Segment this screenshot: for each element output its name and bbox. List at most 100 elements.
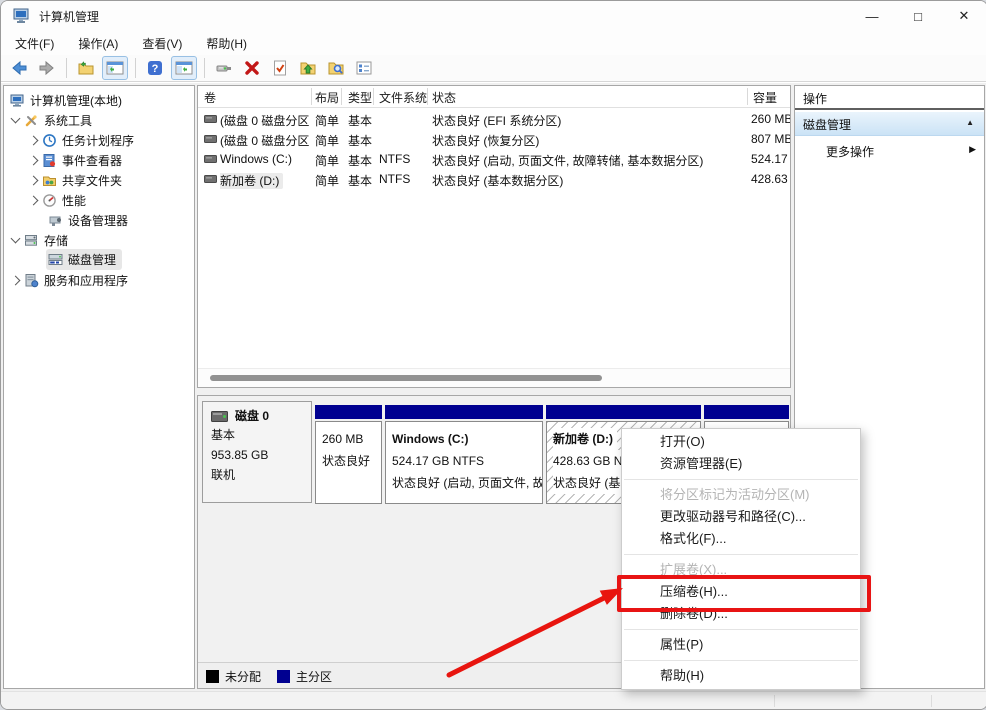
chevron-right-icon[interactable] [29, 195, 39, 205]
legend-unallocated-swatch [206, 670, 219, 683]
help-icon[interactable]: ? [143, 57, 167, 79]
column-divider[interactable] [341, 88, 342, 105]
menu-item-format[interactable]: 格式化(F)... [622, 528, 860, 550]
legend-primary-swatch [277, 670, 290, 683]
menu-file[interactable]: 文件(F) [5, 32, 64, 55]
status-divider [774, 695, 775, 707]
tree-item-system-tools[interactable]: 系统工具 [4, 110, 92, 130]
more-actions-item[interactable]: 更多操作 ▶ [795, 138, 984, 162]
device-manager-icon [48, 213, 63, 228]
tree-item-shared-folders[interactable]: 共享文件夹 [4, 170, 122, 190]
chevron-right-icon[interactable] [29, 135, 39, 145]
selected-item-highlight: 磁盘管理 [46, 249, 122, 270]
chevron-right-icon[interactable] [11, 275, 21, 285]
disk-icon [211, 411, 228, 422]
disk0-label-box[interactable]: 磁盘 0 基本 953.85 GB 联机 [202, 401, 312, 503]
volume-icon [204, 115, 217, 123]
app-icon [13, 7, 31, 25]
chevron-right-icon[interactable] [29, 175, 39, 185]
disk-management-icon [48, 252, 63, 267]
partition-block-windows-c[interactable]: Windows (C:) 524.17 GB NTFS 状态良好 (启动, 页面… [385, 405, 543, 504]
menu-separator [624, 629, 858, 630]
col-layout[interactable]: 布局 [315, 89, 339, 106]
volume-icon [204, 135, 217, 143]
menu-help[interactable]: 帮助(H) [196, 32, 257, 55]
column-divider[interactable] [427, 88, 428, 105]
menu-view[interactable]: 查看(V) [132, 32, 192, 55]
table-row[interactable]: Windows (C:) 简单 基本 NTFS 状态良好 (启动, 页面文件, … [198, 149, 790, 169]
primary-partition-bar [315, 405, 382, 419]
col-capacity[interactable]: 容量 [753, 89, 777, 106]
chevron-down-icon[interactable] [11, 234, 21, 244]
tree-item-services-applications[interactable]: 服务和应用程序 [4, 270, 128, 290]
tree-item-computer-management[interactable]: 计算机管理(本地) [4, 90, 122, 110]
chevron-right-icon[interactable] [29, 155, 39, 165]
properties-list-icon[interactable] [352, 57, 376, 79]
chevron-down-icon[interactable] [11, 114, 21, 124]
horizontal-scrollbar[interactable] [198, 368, 790, 387]
tree-item-event-viewer[interactable]: 事件查看器 [4, 150, 122, 170]
primary-partition-bar [385, 405, 543, 419]
table-row-selected[interactable]: 新加卷 (D:) 简单 基本 NTFS 状态良好 (基本数据分区) 428.63 [198, 169, 790, 189]
console-window-icon[interactable] [102, 56, 128, 80]
volume-list-pane: 卷 布局 类型 文件系统 状态 容量 (磁盘 0 磁盘分区 1) 简单 基本 状… [197, 85, 791, 388]
folder-search-icon[interactable] [324, 57, 348, 79]
close-button[interactable]: ✕ [941, 1, 986, 31]
performance-gauge-icon [42, 193, 57, 208]
console-window-alt-icon[interactable] [171, 56, 197, 80]
toolbar-separator [66, 58, 67, 78]
scrollbar-thumb[interactable] [210, 375, 602, 381]
folder-up-icon[interactable] [296, 57, 320, 79]
maximize-button[interactable]: □ [895, 1, 941, 31]
col-type[interactable]: 类型 [348, 89, 372, 106]
partition-block-efi[interactable]: 260 MB 状态良好 [315, 405, 382, 504]
primary-partition-bar [546, 405, 701, 419]
tree-item-task-scheduler[interactable]: 任务计划程序 [4, 130, 134, 150]
folder-icon[interactable] [74, 57, 98, 79]
services-icon [24, 273, 39, 288]
tools-icon [24, 113, 39, 128]
col-filesystem[interactable]: 文件系统 [379, 89, 427, 106]
volume-context-menu: 打开(O) 资源管理器(E) 将分区标记为活动分区(M) 更改驱动器号和路径(C… [621, 428, 861, 690]
tree-item-disk-management[interactable]: 磁盘管理 [4, 249, 122, 269]
table-row[interactable]: (磁盘 0 磁盘分区 1) 简单 基本 状态良好 (EFI 系统分区) 260 … [198, 109, 790, 129]
column-divider[interactable] [373, 88, 374, 105]
rescan-disks-icon[interactable] [212, 57, 236, 79]
selected-volume-label: 新加卷 (D:) [220, 173, 283, 189]
column-divider[interactable] [311, 88, 312, 105]
menu-item-change-drive-letter[interactable]: 更改驱动器号和路径(C)... [622, 506, 860, 528]
title-bar: 计算机管理 — □ ✕ [1, 1, 986, 31]
table-row[interactable]: (磁盘 0 磁盘分区 5) 简单 基本 状态良好 (恢复分区) 807 MB [198, 129, 790, 149]
tree-item-storage[interactable]: 存储 [4, 230, 68, 250]
menu-item-help[interactable]: 帮助(H) [622, 665, 860, 687]
disk-status: 联机 [211, 465, 311, 485]
disk-name: 磁盘 0 [235, 406, 269, 426]
tree-item-performance[interactable]: 性能 [4, 190, 86, 210]
col-volume[interactable]: 卷 [204, 89, 216, 106]
shared-folder-icon [42, 173, 57, 188]
column-divider[interactable] [747, 88, 748, 105]
storage-icon [24, 233, 39, 248]
menu-separator [624, 479, 858, 480]
menu-separator [624, 554, 858, 555]
toolbar-separator [135, 58, 136, 78]
actions-group-disk-management[interactable]: 磁盘管理 ▲ [795, 112, 984, 136]
forward-icon[interactable] [35, 57, 59, 79]
menu-action[interactable]: 操作(A) [68, 32, 128, 55]
volume-icon [204, 175, 217, 183]
menu-item-open[interactable]: 打开(O) [622, 431, 860, 453]
menu-item-properties[interactable]: 属性(P) [622, 634, 860, 656]
back-icon[interactable] [7, 57, 31, 79]
tree-item-device-manager[interactable]: 设备管理器 [4, 210, 128, 230]
col-status[interactable]: 状态 [432, 89, 456, 106]
check-document-icon[interactable] [268, 57, 292, 79]
legend-unallocated-label: 未分配 [225, 668, 261, 685]
status-bar [1, 691, 986, 710]
menu-item-explorer[interactable]: 资源管理器(E) [622, 453, 860, 475]
submenu-arrow-icon: ▶ [969, 144, 976, 155]
console-tree-pane: 计算机管理(本地) 系统工具 任务计划程序 事件查看器 共享文件夹 [3, 85, 195, 689]
delete-icon[interactable] [240, 57, 264, 79]
minimize-button[interactable]: — [849, 1, 895, 31]
collapse-icon[interactable]: ▲ [966, 118, 974, 127]
primary-partition-bar [704, 405, 789, 419]
